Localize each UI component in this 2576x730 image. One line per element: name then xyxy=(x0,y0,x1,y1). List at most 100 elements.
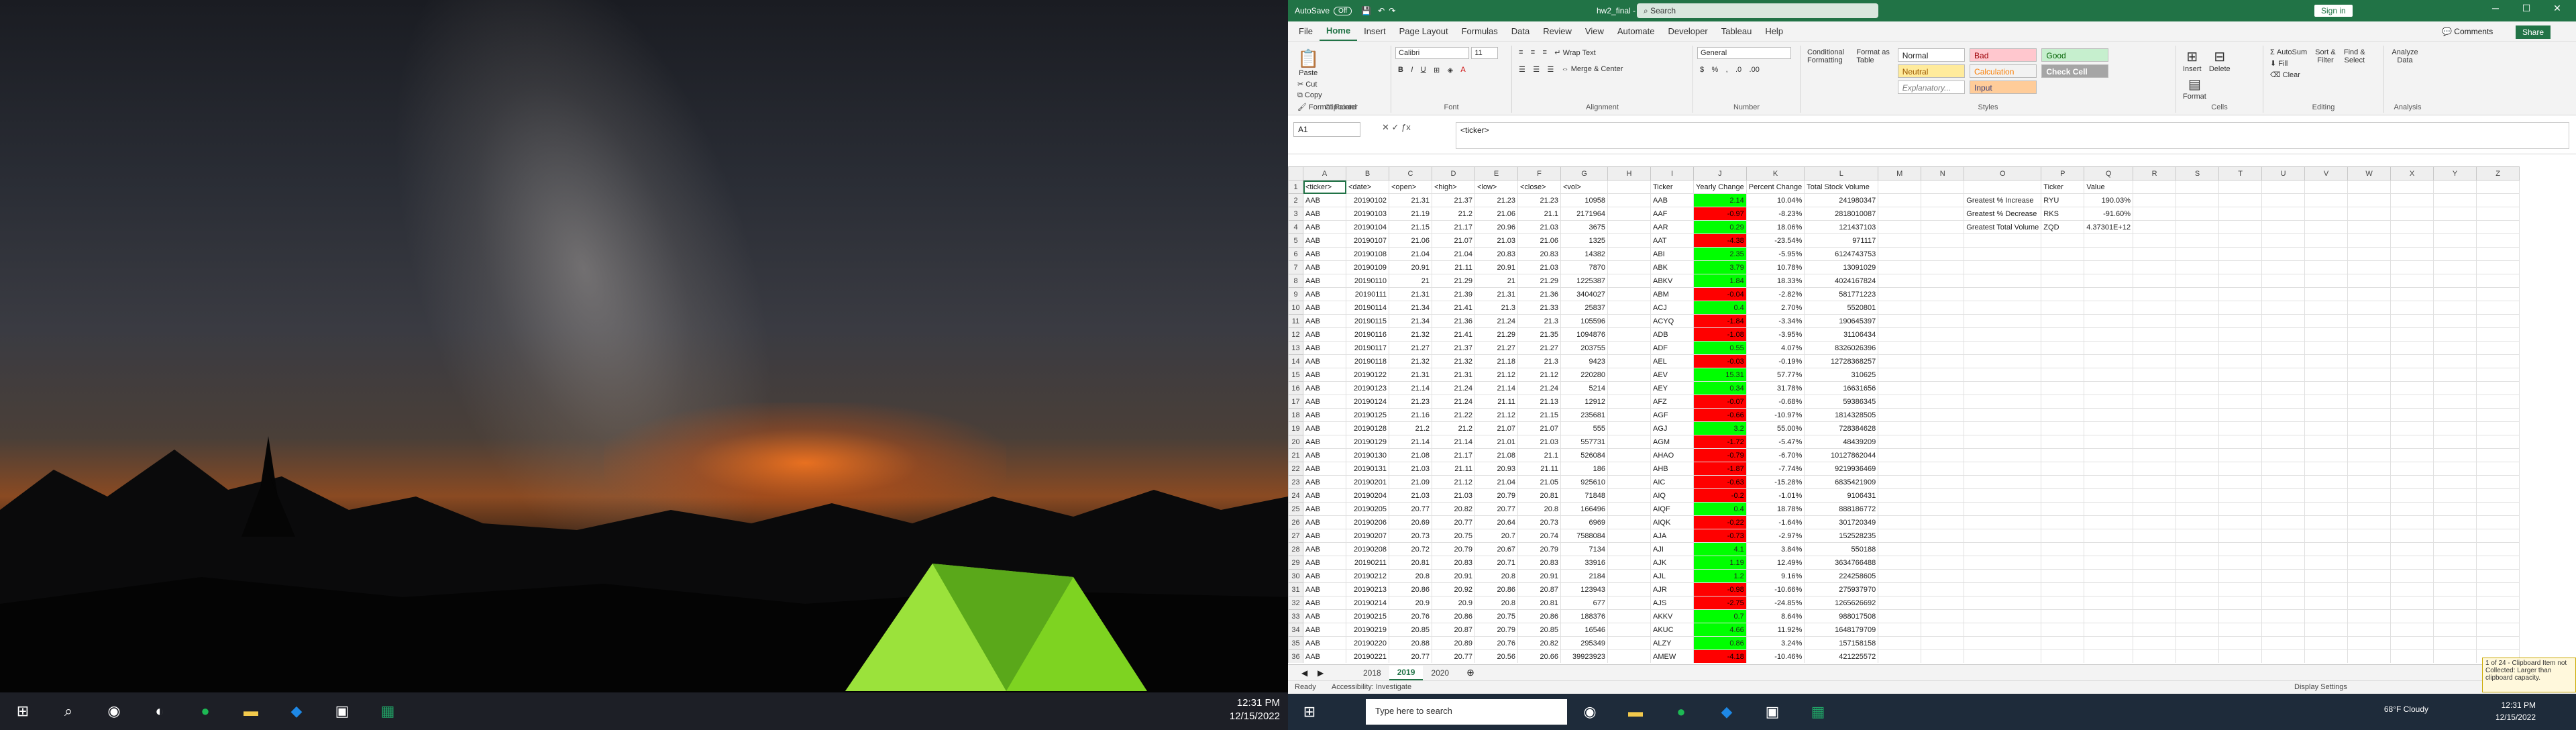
cell[interactable]: 1094876 xyxy=(1560,327,1608,342)
cell[interactable] xyxy=(1878,435,1922,449)
cell[interactable] xyxy=(1921,649,1965,663)
cell[interactable] xyxy=(2433,542,2477,556)
cell[interactable]: 21.2 xyxy=(1389,421,1432,435)
cell[interactable]: AAB xyxy=(1303,609,1346,623)
cell[interactable] xyxy=(2176,609,2220,623)
cell[interactable] xyxy=(2218,408,2263,422)
cell[interactable]: AAB xyxy=(1303,287,1346,301)
cell[interactable]: 5520801 xyxy=(1804,301,1879,315)
cell[interactable]: 20.73 xyxy=(1517,515,1561,529)
cell[interactable] xyxy=(1607,569,1651,583)
column-header[interactable]: K xyxy=(1746,166,1805,180)
cell[interactable]: 3.84% xyxy=(1746,542,1805,556)
minimize-button[interactable]: ─ xyxy=(2482,3,2509,13)
cell[interactable]: 21.11 xyxy=(1432,462,1475,476)
cell[interactable] xyxy=(2476,448,2520,462)
cell[interactable]: AAB xyxy=(1303,408,1346,422)
cell[interactable]: 888186772 xyxy=(1804,502,1879,516)
cell[interactable] xyxy=(2261,301,2306,315)
cell[interactable] xyxy=(2390,596,2434,610)
cell[interactable]: AAB xyxy=(1303,515,1346,529)
font-name-select[interactable]: Calibri xyxy=(1395,47,1469,59)
cell[interactable]: 21.1 xyxy=(1517,448,1561,462)
cell[interactable] xyxy=(1964,327,2042,342)
cell[interactable]: 20.93 xyxy=(1474,462,1518,476)
cell[interactable] xyxy=(2084,368,2134,382)
cell[interactable]: 20190111 xyxy=(1346,287,1389,301)
cell[interactable] xyxy=(2041,287,2085,301)
cell[interactable] xyxy=(1607,408,1651,422)
cell[interactable]: 20.66 xyxy=(1517,649,1561,663)
cell[interactable] xyxy=(2433,408,2477,422)
cell[interactable] xyxy=(2133,207,2177,221)
cell[interactable] xyxy=(1607,274,1651,288)
cell[interactable] xyxy=(1964,649,2042,663)
cell[interactable] xyxy=(2390,368,2434,382)
cell[interactable]: 152528235 xyxy=(1804,529,1879,543)
cell[interactable]: 20.76 xyxy=(1389,609,1432,623)
cell[interactable] xyxy=(2476,462,2520,476)
cell[interactable] xyxy=(2261,314,2306,328)
menu-file[interactable]: File xyxy=(1292,22,1320,40)
menu-home[interactable]: Home xyxy=(1319,21,1358,41)
cell[interactable] xyxy=(2133,623,2177,637)
cell[interactable]: 18.06% xyxy=(1746,220,1805,234)
cell[interactable] xyxy=(2176,623,2220,637)
cell[interactable] xyxy=(2218,582,2263,596)
vscode-icon[interactable]: ◆ xyxy=(1711,696,1743,728)
cell[interactable] xyxy=(1921,515,1965,529)
cell[interactable]: 20190104 xyxy=(1346,220,1389,234)
yearly-change-cell[interactable]: 4.1 xyxy=(1693,542,1747,556)
cell[interactable]: 3634766488 xyxy=(1804,556,1879,570)
row-header[interactable]: 8 xyxy=(1288,274,1303,288)
bold-button[interactable]: B xyxy=(1395,64,1406,75)
cell[interactable] xyxy=(2304,636,2349,650)
cell[interactable] xyxy=(1607,609,1651,623)
cell[interactable] xyxy=(1607,475,1651,489)
menu-data[interactable]: Data xyxy=(1505,22,1536,40)
cell[interactable] xyxy=(1921,556,1965,570)
cell[interactable] xyxy=(2084,247,2134,261)
cell[interactable] xyxy=(2041,274,2085,288)
cell[interactable] xyxy=(1964,233,2042,248)
cell[interactable] xyxy=(1878,395,1922,409)
cell[interactable]: 21.37 xyxy=(1432,341,1475,355)
cell[interactable] xyxy=(2390,381,2434,395)
cell[interactable] xyxy=(2084,488,2134,503)
cell[interactable] xyxy=(2041,582,2085,596)
cell[interactable]: 728384628 xyxy=(1804,421,1879,435)
cell[interactable]: 21.24 xyxy=(1474,314,1518,328)
cell[interactable] xyxy=(2347,193,2392,207)
weather-widget[interactable]: 68°F Cloudy xyxy=(2384,705,2428,714)
cell[interactable] xyxy=(1878,381,1922,395)
cell[interactable]: 295349 xyxy=(1560,636,1608,650)
cell[interactable] xyxy=(2433,341,2477,355)
yearly-change-cell[interactable]: -0.73 xyxy=(1693,529,1747,543)
cell[interactable] xyxy=(2390,556,2434,570)
search-box[interactable]: ⌕ Search xyxy=(1637,3,1878,18)
column-header[interactable]: C xyxy=(1389,166,1432,180)
cell[interactable] xyxy=(2261,435,2306,449)
cell[interactable]: 1814328505 xyxy=(1804,408,1879,422)
cell[interactable] xyxy=(1921,636,1965,650)
cell[interactable] xyxy=(1921,301,1965,315)
summary-ticker[interactable]: ZQD xyxy=(2041,220,2085,234)
cell[interactable] xyxy=(2218,314,2263,328)
style-normal[interactable]: Normal xyxy=(1897,48,1965,62)
cell[interactable]: 14382 xyxy=(1560,247,1608,261)
cell[interactable]: AAB xyxy=(1303,193,1346,207)
cell[interactable] xyxy=(1921,623,1965,637)
cell[interactable]: 25837 xyxy=(1560,301,1608,315)
cell[interactable]: 21.04 xyxy=(1432,247,1475,261)
cell[interactable]: 21.03 xyxy=(1432,488,1475,503)
file-explorer-icon[interactable]: ▬ xyxy=(235,695,267,727)
cell[interactable] xyxy=(2084,515,2134,529)
cell[interactable] xyxy=(2084,623,2134,637)
cell[interactable] xyxy=(2084,301,2134,315)
yearly-change-cell[interactable]: 0.7 xyxy=(1693,609,1747,623)
cell[interactable] xyxy=(2390,488,2434,503)
cell[interactable]: 20190208 xyxy=(1346,542,1389,556)
cell[interactable] xyxy=(2347,609,2392,623)
row-header[interactable]: 22 xyxy=(1288,462,1303,476)
cell[interactable] xyxy=(2304,488,2349,503)
